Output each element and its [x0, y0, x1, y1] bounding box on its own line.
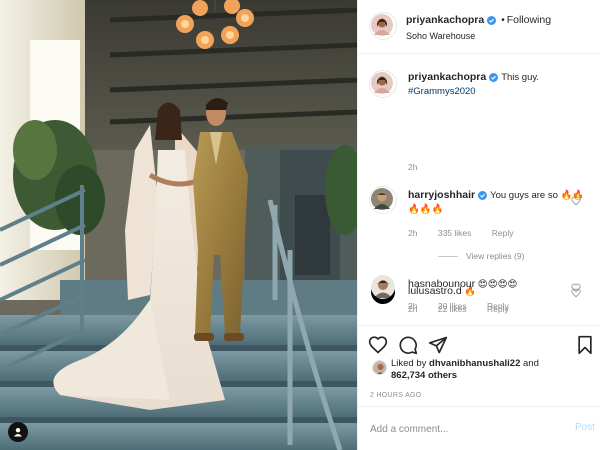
commenter-avatar[interactable]	[369, 186, 397, 214]
comment-text: hasnabounour 😍😍😍😍	[408, 277, 588, 292]
likes-count[interactable]: 862,734 others	[391, 370, 457, 381]
comment-bubble-icon[interactable]	[398, 335, 418, 355]
author-username[interactable]: priyankachopra	[406, 14, 484, 26]
caption-body: This guy.	[501, 72, 540, 83]
post-comment-button[interactable]: Post	[575, 422, 595, 433]
likes-summary: Liked by dhvanibhanushali22 and 862,734 …	[358, 358, 600, 388]
post-photo[interactable]	[0, 0, 357, 450]
post-time-ago[interactable]: 2 HOURS AGO	[370, 392, 422, 399]
post-photo-image	[0, 0, 357, 450]
view-replies-button[interactable]: View replies (9)	[438, 251, 524, 261]
caption-author-avatar[interactable]	[369, 70, 397, 98]
comment-input[interactable]	[370, 419, 550, 439]
caption-time: 2h	[408, 162, 435, 172]
reply-button[interactable]: Reply	[487, 301, 509, 311]
comment-meta: 2h 20 likes Reply	[408, 301, 527, 311]
comment-timestamp[interactable]: 2h	[408, 301, 417, 311]
comment-username[interactable]: harryjoshhair	[408, 189, 475, 201]
reply-button[interactable]: Reply	[492, 228, 514, 238]
commenter-avatar[interactable]	[371, 275, 395, 299]
caption-hashtag[interactable]: #Grammys2020	[408, 86, 476, 97]
post-location[interactable]: Soho Warehouse	[406, 31, 475, 41]
bookmark-icon[interactable]	[576, 335, 596, 355]
paper-plane-icon[interactable]	[428, 335, 448, 355]
likes-text: Liked by dhvanibhanushali22 and 862,734 …	[391, 358, 591, 382]
liked-by-label: Liked by	[391, 358, 427, 369]
likes-and-label: and	[523, 358, 539, 369]
separator-dot: •	[501, 14, 505, 26]
heart-icon[interactable]	[571, 196, 581, 206]
comment-timestamp[interactable]: 2h	[408, 228, 417, 238]
author-avatar[interactable]	[369, 12, 397, 40]
heart-icon[interactable]	[571, 283, 581, 293]
verified-badge-icon	[489, 72, 499, 82]
view-replies-label: View replies (9)	[466, 251, 525, 261]
liker-avatar[interactable]	[372, 360, 387, 375]
caption-text: priyankachopra This guy. #Grammys2020	[408, 70, 588, 99]
tagged-user-icon[interactable]	[8, 422, 28, 442]
following-button[interactable]: Following	[507, 14, 551, 26]
post-side-panel: priyankachopra • Following Soho Warehous…	[357, 0, 600, 450]
replies-divider	[438, 255, 458, 257]
comment-likes-count[interactable]: 20 likes	[438, 301, 467, 311]
add-comment-bar: Post	[358, 406, 600, 450]
comment-likes-count[interactable]: 335 likes	[438, 228, 472, 238]
caption-timestamp[interactable]: 2h	[408, 162, 417, 172]
verified-badge-icon	[487, 15, 497, 25]
post-header: priyankachopra • Following Soho Warehous…	[358, 0, 600, 54]
heart-icon[interactable]	[368, 335, 388, 355]
liker-username[interactable]: dhvanibhanushali22	[429, 358, 520, 369]
comment-body: 😍😍😍😍	[477, 279, 518, 290]
comment-meta: 2h 335 likes Reply	[408, 228, 532, 238]
comment-text: harryjoshhair You guys are so 🔥🔥🔥🔥🔥	[408, 188, 588, 217]
comment-username[interactable]: hasnabounour	[408, 278, 475, 290]
caption-username[interactable]: priyankachopra	[408, 71, 486, 83]
verified-badge-icon	[478, 190, 488, 200]
